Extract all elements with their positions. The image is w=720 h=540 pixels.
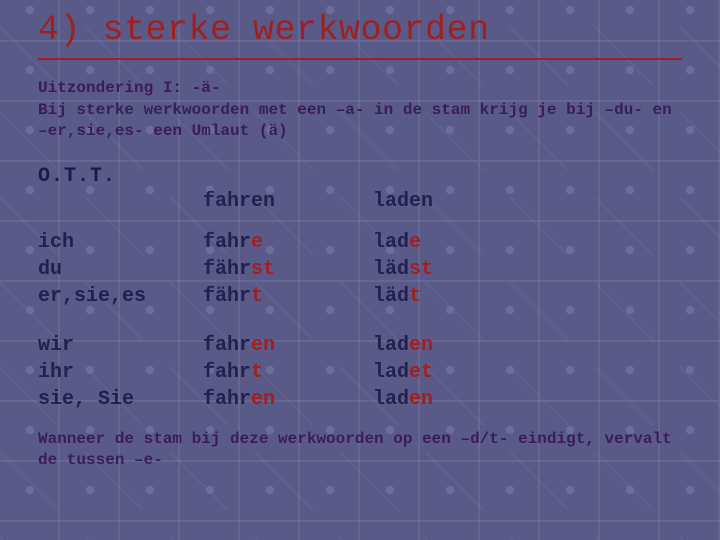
verb2-cell: ladet <box>373 359 433 386</box>
ending: st <box>409 258 433 281</box>
intro-text: Uitzondering I: -ä- Bij sterke werkwoord… <box>38 78 682 143</box>
footer-note: Wanneer de stam bij deze werkwoorden op … <box>38 429 682 472</box>
ending: st <box>251 258 275 281</box>
header-pronoun <box>38 188 203 229</box>
slide-title: 4) sterke werkwoorden <box>38 10 682 60</box>
stem: läd <box>373 258 409 281</box>
verb1-cell: fahren <box>203 332 373 359</box>
stem: läd <box>373 285 409 308</box>
stem: fahr <box>203 361 251 384</box>
pronoun-cell: sie, Sie <box>38 386 203 413</box>
stem: lad <box>373 334 409 357</box>
stem: fähr <box>203 258 251 281</box>
ending: t <box>251 285 263 308</box>
table-row: du fährst lädst <box>38 256 433 283</box>
ending: e <box>409 231 421 254</box>
ending: e <box>251 231 263 254</box>
ending: en <box>251 334 275 357</box>
verb1-cell: fahren <box>203 386 373 413</box>
table-row: ihr fahrt ladet <box>38 359 433 386</box>
pronoun-cell: ihr <box>38 359 203 386</box>
verb2-cell: lade <box>373 229 433 256</box>
header-verb-1: fahren <box>203 188 373 229</box>
pronoun-cell: ich <box>38 229 203 256</box>
pronoun-cell: wir <box>38 332 203 359</box>
verb2-cell: laden <box>373 386 433 413</box>
verb2-cell: lädst <box>373 256 433 283</box>
stem: lad <box>373 361 409 384</box>
ending: t <box>409 285 421 308</box>
header-verb-2: laden <box>373 188 433 229</box>
ending: en <box>409 334 433 357</box>
table-gap <box>38 310 433 332</box>
stem: fahr <box>203 388 251 411</box>
verb2-cell: laden <box>373 332 433 359</box>
table-row: ich fahre lade <box>38 229 433 256</box>
verb2-cell: lädt <box>373 283 433 310</box>
ending: t <box>251 361 263 384</box>
pronoun-cell: du <box>38 256 203 283</box>
ending: et <box>409 361 433 384</box>
pronoun-cell: er,sie,es <box>38 283 203 310</box>
ending: en <box>409 388 433 411</box>
stem: fähr <box>203 285 251 308</box>
verb1-cell: fährt <box>203 283 373 310</box>
table-row: er,sie,es fährt lädt <box>38 283 433 310</box>
table-row: wir fahren laden <box>38 332 433 359</box>
stem: fahr <box>203 334 251 357</box>
verb1-cell: fährst <box>203 256 373 283</box>
ending: en <box>251 388 275 411</box>
intro-line-2: Bij sterke werkwoorden met een –a- in de… <box>38 100 682 143</box>
tense-label: O.T.T. <box>38 165 682 188</box>
conjugation-table: fahren laden ich fahre lade du fährst lä… <box>38 188 433 413</box>
stem: lad <box>373 388 409 411</box>
table-header-row: fahren laden <box>38 188 433 229</box>
verb1-cell: fahrt <box>203 359 373 386</box>
stem: fahr <box>203 231 251 254</box>
table-row: sie, Sie fahren laden <box>38 386 433 413</box>
intro-line-1: Uitzondering I: -ä- <box>38 78 682 100</box>
stem: lad <box>373 231 409 254</box>
verb1-cell: fahre <box>203 229 373 256</box>
